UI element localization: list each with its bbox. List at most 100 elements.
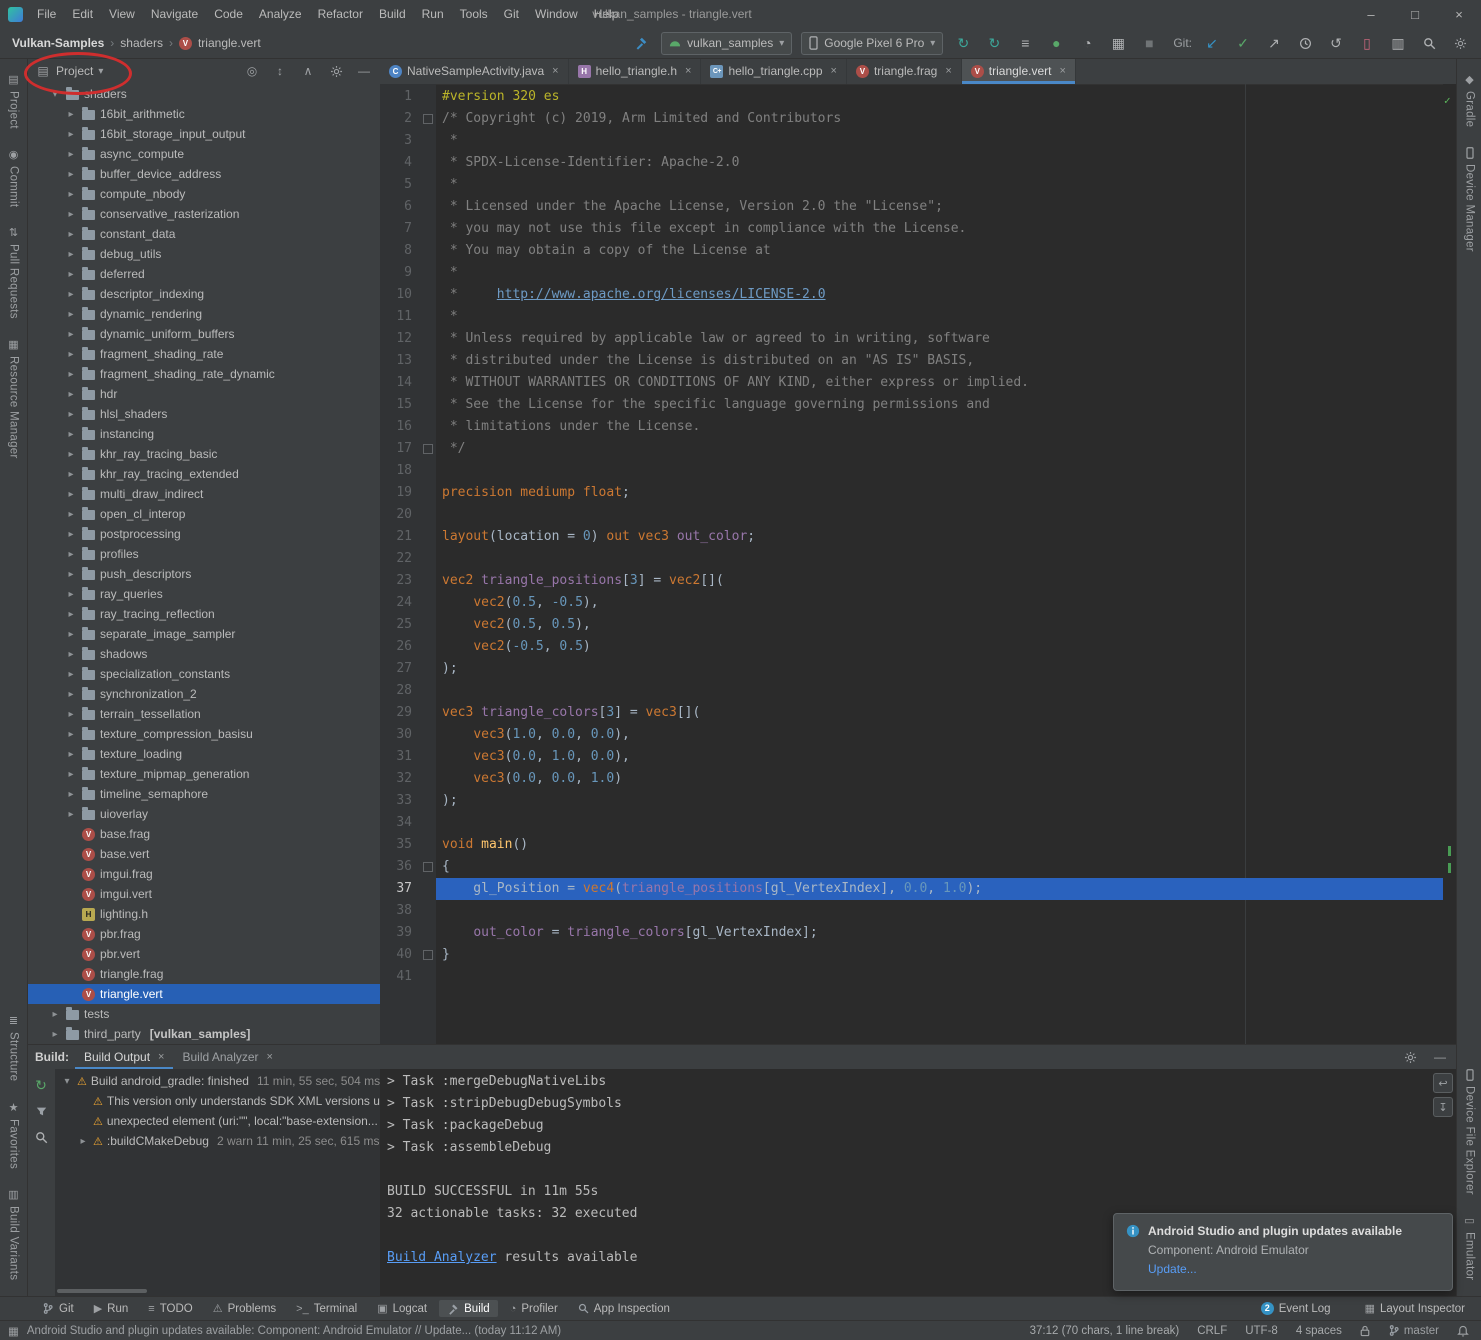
apply-changes-icon[interactable]: ↻	[952, 32, 974, 54]
code-line[interactable]: 27);	[380, 658, 1456, 680]
breadcrumb-item[interactable]: shaders	[120, 36, 163, 50]
tree-item[interactable]: ▸descriptor_indexing	[27, 284, 380, 304]
build-analyzer-link[interactable]: Build Analyzer	[387, 1250, 497, 1265]
tree-item[interactable]: ▸buffer_device_address	[27, 164, 380, 184]
layout-inspector-icon[interactable]: ▥	[1387, 32, 1409, 54]
tree-item[interactable]: ▸postprocessing	[27, 524, 380, 544]
line-separator[interactable]: CRLF	[1197, 1325, 1227, 1337]
close-tab-icon[interactable]: ×	[552, 65, 558, 77]
toolwindow-button-app-inspection[interactable]: App Inspection	[570, 1300, 678, 1317]
code-line[interactable]: 18	[380, 460, 1456, 482]
code-line[interactable]: 3 *	[380, 130, 1456, 152]
history-icon[interactable]	[1294, 32, 1316, 54]
debug-icon[interactable]: ●	[1045, 32, 1067, 54]
fold-marker[interactable]	[420, 438, 436, 460]
code-line[interactable]: 41	[380, 966, 1456, 988]
chevron-right-icon[interactable]: ▸	[65, 189, 77, 200]
code-line[interactable]: 30 vec3(1.0, 0.0, 0.0),	[380, 724, 1456, 746]
tree-item[interactable]: Vimgui.frag	[27, 864, 380, 884]
code-line[interactable]: 38	[380, 900, 1456, 922]
tree-item[interactable]: ▸open_cl_interop	[27, 504, 380, 524]
filter-warnings-icon[interactable]	[33, 1103, 49, 1119]
chevron-right-icon[interactable]: ▸	[65, 549, 77, 560]
tree-item[interactable]: ▸debug_utils	[27, 244, 380, 264]
code-line[interactable]: 25 vec2(0.5, 0.5),	[380, 614, 1456, 636]
code-line[interactable]: 17 */	[380, 438, 1456, 460]
tool-stripe-device-file-explorer[interactable]: Device File Explorer	[1452, 1069, 1481, 1195]
collapse-all-icon[interactable]: ∧	[300, 63, 316, 79]
chevron-right-icon[interactable]: ▸	[65, 589, 77, 600]
chevron-right-icon[interactable]: ▸	[65, 809, 77, 820]
tree-item[interactable]: ▸hdr	[27, 384, 380, 404]
editor-tab-triangle-vert[interactable]: Vtriangle.vert×	[962, 58, 1076, 84]
chevron-right-icon[interactable]: ▸	[65, 509, 77, 520]
tool-stripe-favorites[interactable]: ★Favorites	[8, 1102, 20, 1169]
tool-stripe-structure[interactable]: ≣Structure	[8, 1015, 20, 1081]
code-line[interactable]: 4 * SPDX-License-Identifier: Apache-2.0	[380, 152, 1456, 174]
stop-icon[interactable]: ■	[1138, 32, 1160, 54]
code-line[interactable]: 7 * you may not use this file except in …	[380, 218, 1456, 240]
toolwindow-button-profiler[interactable]: ◔Profiler	[502, 1300, 566, 1317]
chevron-right-icon[interactable]: ▸	[65, 209, 77, 220]
tree-item[interactable]: Vimgui.vert	[27, 884, 380, 904]
profiler-icon[interactable]: ◔	[1076, 32, 1098, 54]
tree-item[interactable]: ▸profiles	[27, 544, 380, 564]
close-tab-icon[interactable]: ×	[685, 65, 691, 77]
locate-file-icon[interactable]: ◎	[244, 63, 260, 79]
settings-gear-icon[interactable]	[1449, 32, 1471, 54]
run-config-select[interactable]: vulkan_samples ▾	[661, 32, 792, 55]
chevron-right-icon[interactable]: ▸	[65, 489, 77, 500]
status-message[interactable]: Android Studio and plugin updates availa…	[27, 1325, 561, 1337]
code-line[interactable]: 26 vec2(-0.5, 0.5)	[380, 636, 1456, 658]
tool-stripe-project[interactable]: ▤Project	[8, 74, 20, 129]
tree-item[interactable]: ▸async_compute	[27, 144, 380, 164]
code-line[interactable]: 28	[380, 680, 1456, 702]
menu-code[interactable]: Code	[206, 7, 251, 21]
chevron-right-icon[interactable]: ▸	[49, 1029, 61, 1040]
tree-item[interactable]: Vbase.vert	[27, 844, 380, 864]
hide-panel-icon[interactable]: —	[1432, 1049, 1448, 1065]
tree-item[interactable]: ▸ray_tracing_reflection	[27, 604, 380, 624]
chevron-right-icon[interactable]: ▸	[65, 729, 77, 740]
project-view-dropdown[interactable]: Project	[56, 64, 93, 78]
minimize-button[interactable]: –	[1349, 1, 1393, 28]
tree-item[interactable]: ▸separate_image_sampler	[27, 624, 380, 644]
code-line[interactable]: 36{	[380, 856, 1456, 878]
tree-item[interactable]: ▸tests	[27, 1004, 380, 1024]
search-everywhere-icon[interactable]	[1418, 32, 1440, 54]
chevron-right-icon[interactable]: ▸	[65, 349, 77, 360]
tree-item[interactable]: ▾shaders	[27, 84, 380, 104]
editor-tab-nativesampleactivity-java[interactable]: CNativeSampleActivity.java×	[380, 58, 569, 84]
tree-item[interactable]: ▸compute_nbody	[27, 184, 380, 204]
chevron-down-icon[interactable]: ▾	[49, 89, 61, 100]
close-tab-icon[interactable]: ×	[945, 65, 951, 77]
chevron-right-icon[interactable]: ▸	[65, 229, 77, 240]
tool-stripe-gradle[interactable]: ◆Gradle	[1464, 74, 1476, 127]
chevron-right-icon[interactable]: ▸	[65, 529, 77, 540]
tool-stripe-device-manager[interactable]: Device Manager	[1458, 147, 1481, 252]
chevron-right-icon[interactable]: ▸	[65, 449, 77, 460]
tree-item[interactable]: ▸deferred	[27, 264, 380, 284]
code-line[interactable]: 15 * See the License for the specific la…	[380, 394, 1456, 416]
chevron-right-icon[interactable]: ▸	[65, 469, 77, 480]
hide-panel-icon[interactable]: —	[356, 63, 372, 79]
chevron-right-icon[interactable]: ▸	[65, 369, 77, 380]
tree-item[interactable]: ▸hlsl_shaders	[27, 404, 380, 424]
license-url-link[interactable]: http://www.apache.org/licenses/LICENSE-2…	[497, 287, 826, 302]
tree-item[interactable]: ▸fragment_shading_rate	[27, 344, 380, 364]
chevron-right-icon[interactable]: ▸	[65, 789, 77, 800]
tree-item-selected[interactable]: Vtriangle.vert	[27, 984, 380, 1004]
tool-stripe-build-variants[interactable]: ▥Build Variants	[2, 1189, 26, 1280]
code-line[interactable]: 20	[380, 504, 1456, 526]
code-line[interactable]: 8 * You may obtain a copy of the License…	[380, 240, 1456, 262]
rollback-icon[interactable]: ↺	[1325, 32, 1347, 54]
code-line[interactable]: 19precision mediump float;	[380, 482, 1456, 504]
chevron-right-icon[interactable]: ▸	[65, 249, 77, 260]
chevron-right-icon[interactable]: ▸	[65, 769, 77, 780]
close-tab-icon[interactable]: ×	[831, 65, 837, 77]
build-tab-build-output[interactable]: Build Output×	[75, 1045, 173, 1069]
file-encoding[interactable]: UTF-8	[1245, 1325, 1278, 1337]
editor-scrollbar[interactable]: ✓	[1443, 84, 1456, 1044]
chevron-right-icon[interactable]: ▸	[65, 309, 77, 320]
git-branch-widget[interactable]: master	[1388, 1324, 1439, 1337]
